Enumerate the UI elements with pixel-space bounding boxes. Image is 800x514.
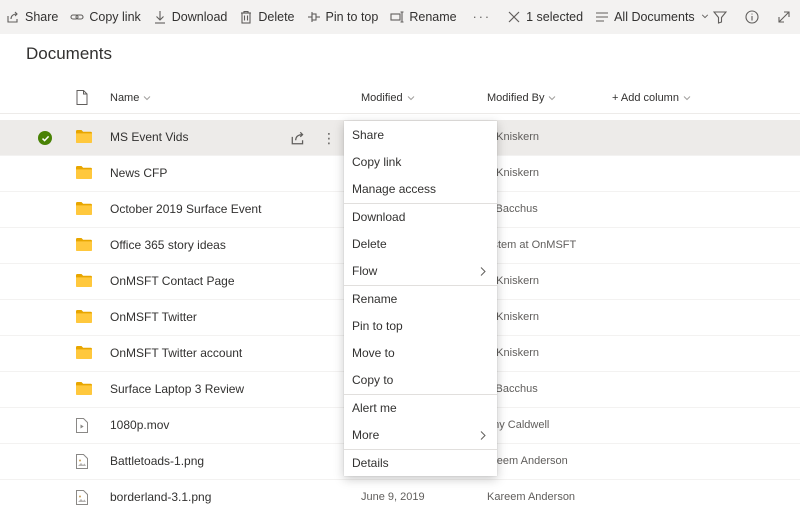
- chevron-right-icon: [479, 267, 487, 276]
- row-name[interactable]: Office 365 story ideas: [110, 238, 226, 252]
- folder-icon: [76, 310, 92, 324]
- list-icon: [595, 10, 609, 24]
- add-column-label: + Add column: [612, 92, 679, 104]
- row-name[interactable]: OnMSFT Twitter account: [110, 346, 242, 360]
- more-vertical-icon[interactable]: ⋮: [322, 129, 336, 147]
- row-name[interactable]: borderland-3.1.png: [110, 490, 211, 504]
- folder-icon: [76, 202, 92, 216]
- modified-column-label: Modified: [361, 92, 403, 104]
- name-column-label: Name: [110, 92, 140, 104]
- menu-item-move-to[interactable]: Move to: [344, 340, 497, 367]
- row-name[interactable]: News CFP: [110, 166, 167, 180]
- document-icon: [76, 90, 88, 105]
- row-modified-by: areem Anderson: [487, 455, 568, 467]
- chevron-down-icon: [683, 94, 691, 102]
- copy-link-command[interactable]: Copy link: [64, 0, 146, 34]
- expand-button[interactable]: [768, 0, 800, 34]
- modified-by-column-label: Modified By: [487, 92, 545, 104]
- close-icon: [507, 10, 521, 24]
- rename-icon: [390, 10, 404, 24]
- rename-command[interactable]: Rename: [384, 0, 462, 34]
- checkmark-icon[interactable]: [38, 131, 52, 145]
- pin-to-top-label: Pin to top: [325, 10, 379, 24]
- image-file-icon: [76, 490, 92, 505]
- table-row[interactable]: borderland-3.1.png June 9, 2019 Kareem And…: [0, 480, 800, 514]
- modified-by-column-header[interactable]: Modified By: [487, 92, 556, 104]
- view-switcher[interactable]: All Documents: [589, 0, 717, 34]
- link-icon: [70, 10, 84, 24]
- chevron-down-icon: [548, 94, 556, 102]
- menu-item-copy-link[interactable]: Copy link: [344, 149, 497, 176]
- row-name[interactable]: 1080p.mov: [110, 418, 169, 432]
- folder-icon: [76, 274, 92, 288]
- column-header-row: Name Modified Modified By + Add column: [0, 84, 800, 114]
- more-commands-button[interactable]: ···: [463, 0, 502, 34]
- share-icon: [6, 10, 20, 24]
- clear-selection-command[interactable]: 1 selected: [501, 0, 589, 34]
- copy-link-label: Copy link: [89, 10, 141, 24]
- menu-item-share[interactable]: Share: [344, 122, 497, 149]
- pin-to-top-command[interactable]: Pin to top: [301, 0, 385, 34]
- row-name[interactable]: Surface Laptop 3 Review: [110, 382, 244, 396]
- filter-button[interactable]: [704, 0, 736, 34]
- chevron-right-icon: [479, 431, 487, 440]
- menu-item-flow-label: Flow: [352, 264, 378, 278]
- menu-item-copy-to[interactable]: Copy to: [344, 367, 497, 394]
- delete-command[interactable]: Delete: [233, 0, 300, 34]
- chevron-down-icon: [407, 94, 415, 102]
- selected-count: 1 selected: [526, 10, 584, 24]
- view-label: All Documents: [614, 10, 695, 24]
- chevron-down-icon: [143, 94, 151, 102]
- menu-item-rename[interactable]: Rename: [344, 286, 497, 313]
- info-icon: [745, 10, 759, 24]
- row-name[interactable]: MS Event Vids: [110, 130, 188, 144]
- folder-icon: [76, 130, 92, 144]
- menu-item-more-label: More: [352, 428, 380, 442]
- download-icon: [153, 10, 167, 24]
- modified-column-header[interactable]: Modified: [361, 92, 415, 104]
- menu-item-download[interactable]: Download: [344, 204, 497, 231]
- row-modified: June 9, 2019: [361, 491, 425, 503]
- name-column-header[interactable]: Name: [110, 92, 151, 104]
- context-menu: Share Copy link Manage access Download D…: [344, 121, 497, 476]
- row-modified-by: ystem at OnMSFT: [487, 239, 577, 251]
- folder-icon: [76, 166, 92, 180]
- command-bar: Share Copy link Download Delete Pin to t…: [0, 0, 800, 34]
- trash-icon: [239, 10, 253, 24]
- filter-icon: [713, 11, 727, 24]
- share-command[interactable]: Share: [0, 0, 64, 34]
- file-type-header[interactable]: [76, 90, 88, 105]
- menu-item-flow[interactable]: Flow: [344, 258, 497, 285]
- command-bar-right: [704, 0, 800, 34]
- info-button[interactable]: [736, 0, 768, 34]
- row-name[interactable]: Battletoads-1.png: [110, 454, 204, 468]
- menu-item-manage-access[interactable]: Manage access: [344, 176, 497, 203]
- row-name[interactable]: OnMSFT Contact Page: [110, 274, 235, 288]
- menu-item-delete[interactable]: Delete: [344, 231, 497, 258]
- menu-item-details[interactable]: Details: [344, 450, 497, 477]
- row-name[interactable]: OnMSFT Twitter: [110, 310, 197, 324]
- expand-icon: [778, 11, 790, 23]
- image-file-icon: [76, 454, 92, 469]
- share-icon[interactable]: [290, 130, 306, 146]
- menu-item-more[interactable]: More: [344, 422, 497, 449]
- download-label: Download: [171, 10, 228, 24]
- folder-icon: [76, 346, 92, 360]
- delete-label: Delete: [258, 10, 295, 24]
- menu-item-alert-me[interactable]: Alert me: [344, 395, 497, 422]
- row-name[interactable]: October 2019 Surface Event: [110, 202, 261, 216]
- share-label: Share: [25, 10, 59, 24]
- add-column-button[interactable]: + Add column: [612, 92, 691, 104]
- download-command[interactable]: Download: [147, 0, 234, 34]
- video-file-icon: [76, 418, 92, 433]
- page-title: Documents: [26, 44, 112, 63]
- menu-item-pin-to-top[interactable]: Pin to top: [344, 313, 497, 340]
- row-modified-by: Kareem Anderson: [487, 491, 576, 503]
- rename-label: Rename: [409, 10, 457, 24]
- folder-icon: [76, 382, 92, 396]
- folder-icon: [76, 238, 92, 252]
- pin-icon: [307, 10, 321, 24]
